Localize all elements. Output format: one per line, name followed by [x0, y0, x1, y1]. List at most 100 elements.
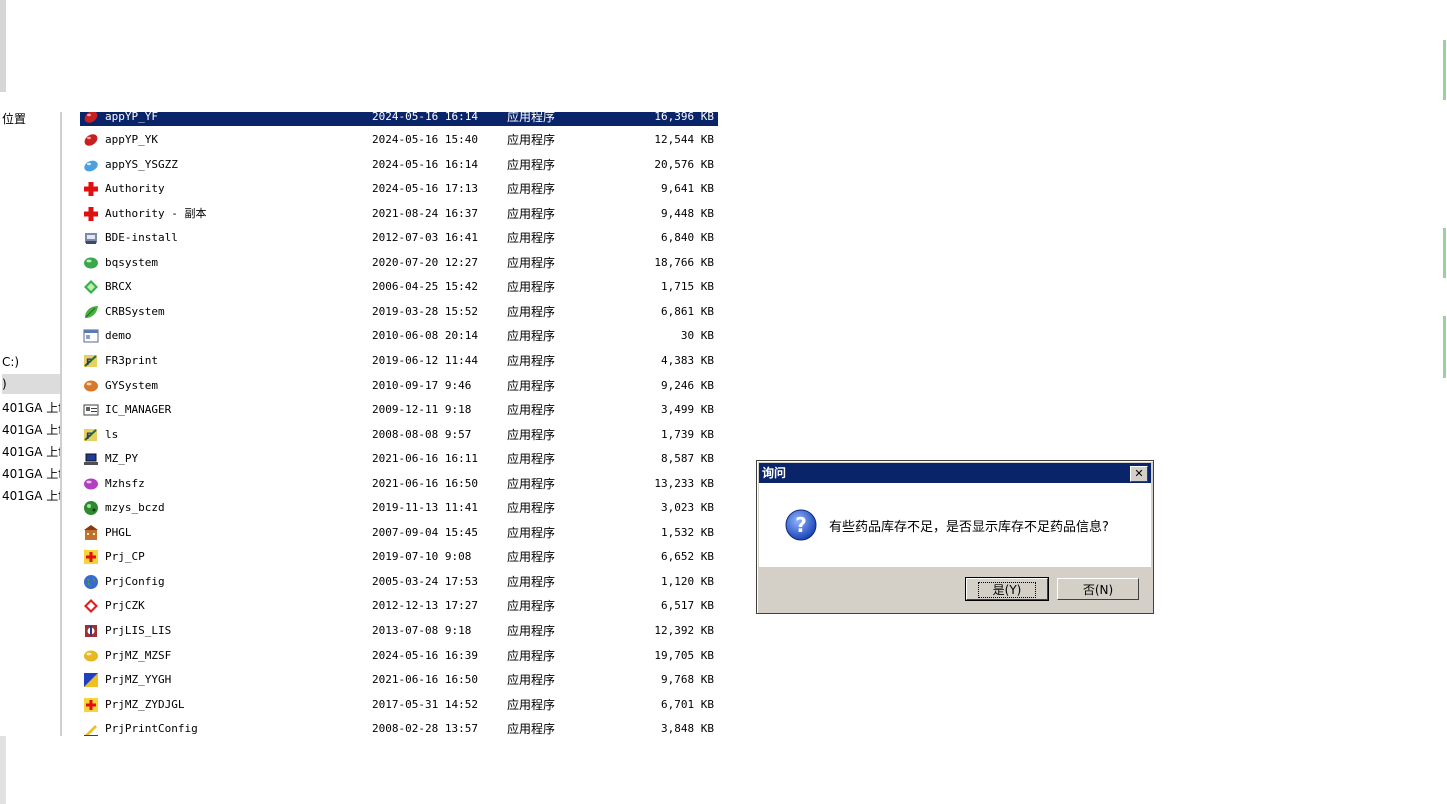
- scroll-accent: [1443, 316, 1446, 378]
- file-type: 应用程序: [507, 452, 556, 467]
- svg-text:F: F: [86, 432, 92, 442]
- file-type: 应用程序: [507, 673, 556, 688]
- file-date: 2024-05-16 16:14: [372, 112, 478, 123]
- file-size: 9,641 KB: [661, 182, 714, 196]
- scroll-accent: [1443, 228, 1446, 278]
- file-size: 12,544 KB: [654, 133, 714, 146]
- file-row[interactable]: appYP_YK 2024-05-16 15:40 应用程序 12,544 KB: [80, 128, 718, 152]
- file-name: PrjMZ_ZYDJGL: [105, 697, 185, 711]
- file-list[interactable]: appYP_YF 2024-05-16 16:14 应用程序 16,396 KB app…: [80, 112, 720, 736]
- pane-divider[interactable]: [60, 112, 62, 736]
- fr-icon: F: [84, 354, 97, 368]
- orange-capsule-icon: [84, 380, 98, 391]
- red-capsule-icon: [84, 112, 98, 123]
- blue-capsule-icon: [84, 160, 98, 171]
- file-row[interactable]: Authority - 副本 2021-08-24 16:37 应用程序 9,448 …: [80, 202, 718, 226]
- purple-capsule-icon: [84, 478, 98, 490]
- nav-item[interactable]: 位置: [2, 112, 26, 129]
- file-row[interactable]: bqsystem 2020-07-20 12:27 应用程序 18,766 KB: [80, 251, 718, 275]
- file-row[interactable]: Mzhsfz 2021-06-16 16:50 应用程序 13,233 KB: [80, 472, 718, 496]
- file-type: 应用程序: [507, 206, 556, 221]
- file-row[interactable]: F FR3print 2019-06-12 11:44 应用程序 4,383 KB: [80, 349, 718, 373]
- file-row[interactable]: PrjLIS_LIS 2013-07-08 9:18 应用程序 12,392 KB: [80, 619, 718, 643]
- file-date: 2021-08-24 16:37: [372, 206, 478, 220]
- file-row[interactable]: Prj_CP 2019-07-10 9:08 应用程序 6,652 KB: [80, 545, 718, 569]
- file-type: 应用程序: [507, 476, 556, 491]
- file-date: 2007-09-04 15:45: [372, 525, 478, 539]
- file-row[interactable]: BRCX 2006-04-25 15:42 应用程序 1,715 KB: [80, 275, 718, 299]
- nav-item-network[interactable]: 401GA 上f: [2, 442, 62, 462]
- file-row[interactable]: MZ_PY 2021-06-16 16:11 应用程序 8,587 KB: [80, 447, 718, 471]
- file-size: 16,396 KB: [654, 112, 714, 123]
- file-type: 应用程序: [507, 304, 556, 319]
- close-button[interactable]: ✕: [1130, 466, 1148, 482]
- file-name: appYP_YK: [105, 133, 158, 146]
- file-row[interactable]: PrjMZ_ZYDJGL 2017-05-31 14:52 应用程序 6,701 KB: [80, 693, 718, 717]
- file-size: 9,448 KB: [661, 206, 714, 220]
- globe-icon: [84, 574, 98, 589]
- file-row[interactable]: PrjMZ_MZSF 2024-05-16 16:39 应用程序 19,705 KB: [80, 644, 718, 668]
- file-row[interactable]: IC_MANAGER 2009-12-11 9:18 应用程序 3,499 KB: [80, 398, 718, 422]
- yellow-cross-icon: [84, 697, 98, 712]
- nav-item-selected[interactable]: ): [2, 374, 60, 394]
- file-row[interactable]: GYSystem 2010-09-17 9:46 应用程序 9,246 KB: [80, 374, 718, 398]
- green-diamond-icon: [84, 280, 98, 295]
- file-size: 3,499 KB: [661, 403, 714, 417]
- file-size: 8,587 KB: [661, 452, 714, 466]
- file-row[interactable]: PrjCZK 2012-12-13 17:27 应用程序 6,517 KB: [80, 594, 718, 618]
- file-row[interactable]: demo 2010-06-08 20:14 应用程序 30 KB: [80, 324, 718, 348]
- file-row[interactable]: Authority 2024-05-16 17:13 应用程序 9,641 KB: [80, 177, 718, 201]
- file-row[interactable]: PrjPrintConfig 2008-02-28 13:57 应用程序 3,848 …: [80, 717, 718, 736]
- svg-text:F: F: [86, 358, 92, 368]
- dialog-body: ? 有些药品库存不足，是否显示库存不足药品信息?: [759, 483, 1151, 567]
- file-name: IC_MANAGER: [105, 403, 172, 417]
- green-capsule-icon: [84, 257, 98, 269]
- file-size: 30 KB: [680, 329, 714, 343]
- file-type: 应用程序: [507, 550, 556, 565]
- lab-icon: [85, 625, 97, 637]
- file-date: 2009-12-11 9:18: [372, 403, 472, 417]
- file-date: 2012-07-03 16:41: [372, 231, 478, 245]
- file-row[interactable]: PrjConfig 2005-03-24 17:53 应用程序 1,120 KB: [80, 570, 718, 594]
- file-row-selected[interactable]: appYP_YF 2024-05-16 16:14 应用程序 16,396 KB: [80, 112, 718, 126]
- file-date: 2024-05-16 16:39: [372, 648, 478, 662]
- pen-icon: [84, 725, 98, 736]
- yes-button[interactable]: 是(Y): [965, 577, 1049, 601]
- nav-item-network[interactable]: 401GA 上f: [2, 420, 62, 440]
- file-row[interactable]: PHGL 2007-09-04 15:45 应用程序 1,532 KB: [80, 521, 718, 545]
- file-date: 2021-06-16 16:50: [372, 673, 478, 687]
- yes-button-label: 是(Y): [977, 582, 1037, 598]
- file-date: 2010-06-08 20:14: [372, 329, 478, 343]
- nav-item-drive-c[interactable]: C:): [2, 352, 19, 372]
- file-name: PrjConfig: [105, 574, 165, 588]
- question-icon: ?: [785, 509, 817, 541]
- file-row[interactable]: mzys_bczd 2019-11-13 11:41 应用程序 3,023 KB: [80, 496, 718, 520]
- nav-item-network[interactable]: 401GA 上f: [2, 486, 62, 506]
- file-date: 2019-11-13 11:41: [372, 501, 478, 515]
- file-name: PrjMZ_MZSF: [105, 648, 172, 662]
- nav-item-network[interactable]: 401GA 上f: [2, 464, 62, 484]
- file-type: 应用程序: [507, 182, 556, 197]
- file-name: demo: [105, 329, 132, 343]
- navigation-pane[interactable]: 位置 C:) ) 401GA 上f 401GA 上f 401GA 上f 401G…: [0, 112, 62, 736]
- yellow-capsule-icon: [84, 650, 98, 662]
- file-date: 2021-06-16 16:50: [372, 476, 478, 490]
- dialog-titlebar[interactable]: 询问 ✕: [759, 463, 1151, 483]
- no-button[interactable]: 否(N): [1057, 578, 1139, 600]
- file-name: appYP_YF: [105, 112, 158, 123]
- file-date: 2017-05-31 14:52: [372, 697, 478, 711]
- file-row[interactable]: appYS_YSGZZ 2024-05-16 16:14 应用程序 20,576 KB: [80, 153, 718, 177]
- file-type: 应用程序: [507, 525, 556, 540]
- file-row[interactable]: PrjMZ_YYGH 2021-06-16 16:50 应用程序 9,768 KB: [80, 668, 718, 692]
- file-type: 应用程序: [507, 574, 556, 589]
- file-name: Authority: [105, 182, 165, 196]
- file-row[interactable]: CRBSystem 2019-03-28 15:52 应用程序 6,861 KB: [80, 300, 718, 324]
- file-name: appYS_YSGZZ: [105, 157, 178, 171]
- file-row[interactable]: BDE-install 2012-07-03 16:41 应用程序 6,840 KB: [80, 226, 718, 250]
- file-type: 应用程序: [507, 231, 556, 246]
- file-name: BDE-install: [105, 231, 178, 245]
- fr-icon: F: [84, 428, 97, 442]
- file-row[interactable]: Fls 2008-08-08 9:57 应用程序 1,739 KB: [80, 423, 718, 447]
- file-type: 应用程序: [507, 112, 556, 124]
- nav-item-network[interactable]: 401GA 上f: [2, 398, 62, 418]
